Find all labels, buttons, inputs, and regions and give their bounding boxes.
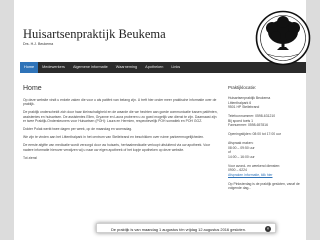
main-content: Home Op deze website vindt u enkele zake…	[23, 85, 219, 164]
intro-paragraph: Op deze website vindt u enkele zaken die…	[23, 98, 217, 107]
site-subtitle: Drs. H.J. Beukema	[23, 42, 54, 46]
page-title: Home	[23, 85, 42, 92]
nav-item-algemene-informatie[interactable]: Algemene informatie	[69, 62, 112, 73]
site-title[interactable]: Huisartsenpraktijk Beukema	[23, 27, 166, 42]
sidebar-heading: Praktijklocatie:	[228, 85, 257, 90]
closure-notice-text: De praktijk is van maandag 1 augustus t/…	[111, 226, 246, 232]
nav-item-links[interactable]: Links	[167, 62, 184, 73]
closing-paragraph: Tot ziens!	[23, 155, 38, 160]
sidebar: Praktijklocatie: Huisartsenpraktijk Beuk…	[228, 85, 300, 191]
doctor-paragraph: Dokter Polak werkt twee dagen per week, …	[23, 127, 133, 132]
location-paragraph: We zijn te vinden aan het Littenthalpark…	[23, 135, 205, 140]
nav-item-home[interactable]: Home	[20, 62, 39, 73]
closure-notice: De praktijk is van maandag 1 augustus t/…	[96, 223, 276, 233]
practice-paragraph: De praktijk onderscheidt zich door haar …	[23, 110, 218, 124]
medication-paragraph: De eerste afgifte van medicatie wordt ve…	[23, 143, 211, 152]
nav-item-waarneming[interactable]: Waarneming	[112, 62, 141, 73]
practice-logo	[255, 10, 311, 66]
nav-item-medewerkers[interactable]: Medewerkers	[38, 62, 69, 73]
nav-item-apotheken[interactable]: Apotheken	[141, 62, 167, 73]
close-icon[interactable]: ×	[265, 225, 271, 232]
sidebar-note: Op Pinksterdag is de praktijk gesloten, …	[228, 181, 300, 191]
